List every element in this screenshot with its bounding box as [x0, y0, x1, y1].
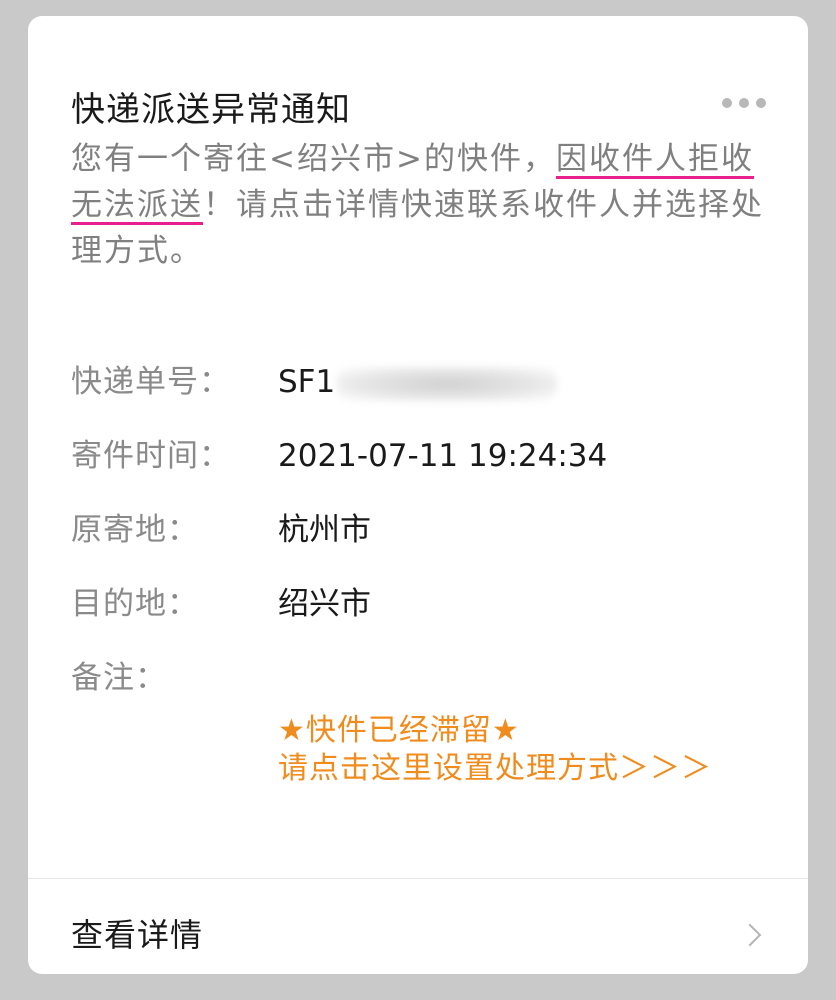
- field-value: 绍兴市: [278, 586, 371, 622]
- card-title: 快递派送异常通知: [71, 90, 351, 130]
- field-value: 2021-07-11 19:24:34: [278, 438, 608, 474]
- more-horizontal-icon: [722, 98, 732, 108]
- stranded-notice-line2: 请点击这里设置处理方式＞＞＞: [278, 751, 712, 786]
- field-label: 原寄地：: [71, 512, 199, 548]
- field-label: 寄件时间：: [71, 438, 231, 474]
- view-details-label: 查看详情: [71, 916, 204, 954]
- field-label: 备注：: [71, 660, 167, 696]
- stranded-notice-link[interactable]: ★快件已经滞留★ 请点击这里设置处理方式＞＞＞: [278, 712, 712, 788]
- redacted-blur: [337, 366, 558, 401]
- notification-description: 您有一个寄往<绍兴市>的快件，因收件人拒收无法派送！请点击详情快速联系收件人并选…: [71, 136, 771, 274]
- field-label: 快递单号：: [71, 364, 231, 400]
- view-details-button[interactable]: 查看详情: [28, 879, 808, 974]
- underlined-reason-2: 无法派送: [71, 187, 203, 225]
- stranded-notice-line1: ★快件已经滞留★: [278, 713, 520, 748]
- more-options-button[interactable]: [718, 92, 770, 114]
- field-value: SF1: [278, 362, 558, 402]
- description-text: 您有一个寄往<绍兴市>的快件，: [71, 141, 556, 177]
- field-label: 目的地：: [71, 586, 199, 622]
- notification-card: 快递派送异常通知 您有一个寄往<绍兴市>的快件，因收件人拒收无法派送！请点击详情…: [28, 16, 808, 974]
- field-value: 杭州市: [278, 512, 371, 548]
- chevron-right-icon: [738, 923, 762, 947]
- tracking-number-value: SF1: [278, 364, 336, 400]
- underlined-reason: 因收件人拒收: [555, 141, 754, 179]
